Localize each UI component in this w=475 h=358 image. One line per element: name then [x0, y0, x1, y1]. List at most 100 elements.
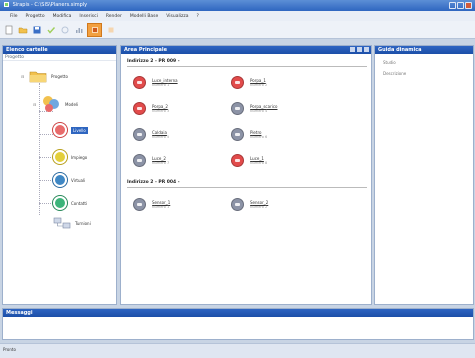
title-bar: Sirapis - C:\SIS\Planers.simply [0, 0, 475, 11]
new-file-icon [5, 25, 12, 34]
status-text: Pronto [3, 347, 16, 352]
group-divider [127, 66, 367, 67]
menu-progetto[interactable]: Progetto [26, 14, 45, 19]
open-button[interactable] [17, 24, 28, 35]
window-title: Sirapis - C:\SIS\Planers.simply [12, 2, 88, 8]
open-folder-icon [18, 27, 27, 33]
maximize-button[interactable] [457, 2, 464, 9]
device-item[interactable]: Luce_2 Numero 7 [133, 154, 169, 167]
menu-modifica[interactable]: Modifica [53, 14, 72, 19]
main-area-header: Area Principale [121, 46, 371, 54]
check-button[interactable] [45, 24, 56, 35]
refresh-button[interactable] [59, 24, 70, 35]
device-item[interactable]: Porpa_2 Numero 3 [133, 102, 169, 115]
close-button[interactable] [465, 2, 472, 9]
device-item[interactable]: Porpa_1 Numero 2 [231, 76, 267, 89]
device-icon [231, 128, 244, 141]
active-tool-icon [91, 26, 98, 33]
stop-button[interactable] [105, 24, 116, 35]
window-controls [449, 2, 472, 9]
folder-tree: ⊟ Progetto ⊟ Modeli Livello Impiego Virt… [3, 61, 116, 305]
menu-modelli-base[interactable]: Modelli Base [130, 14, 158, 19]
stop-icon [108, 27, 113, 32]
tree-node-virtuali[interactable]: Virtuali [53, 173, 85, 187]
view-mode-controls [350, 47, 369, 52]
view-icons-button[interactable] [350, 47, 355, 52]
messages-title: Messaggi [6, 310, 33, 316]
refresh-icon [61, 26, 68, 33]
chart-button[interactable] [73, 24, 84, 35]
tree-node-modeli[interactable]: ⊟ Modeli [33, 95, 78, 113]
active-tool-button[interactable] [87, 22, 102, 37]
device-item[interactable]: Pietro Numero 6 [231, 128, 267, 141]
app-icon [4, 2, 9, 7]
view-details-button[interactable] [364, 47, 369, 52]
tree-node-project[interactable]: ⊟ Progetto [21, 69, 68, 83]
collapse-icon[interactable]: ⊟ [21, 74, 25, 79]
folder-list-panel: Elenco cartelle Progetto ⊟ Progetto ⊟ Mo… [2, 45, 117, 305]
device-icon [133, 76, 146, 89]
device-number: Numero 3 [152, 108, 170, 113]
view-list-button[interactable] [357, 47, 362, 52]
project-subheader: Progetto [3, 54, 116, 61]
collapse-icon[interactable]: ⊟ [33, 102, 37, 107]
device-number: Numero 5 [152, 134, 170, 139]
device-number: Numero 1 [152, 204, 170, 209]
save-icon [33, 26, 40, 33]
menu-inserisci[interactable]: Inserisci [79, 14, 97, 19]
device-icon [133, 102, 146, 115]
device-item[interactable]: Sensor_1 Numero 1 [133, 198, 170, 211]
menu-file[interactable]: File [10, 14, 18, 19]
device-icon [231, 198, 244, 211]
device-item[interactable]: Luce_interna Numero 1 [133, 76, 178, 89]
messages-header: Messaggi [3, 309, 473, 317]
messages-body [3, 317, 473, 339]
device-icon [231, 76, 244, 89]
tree-node-label: Impiego [71, 154, 88, 160]
tree-node-label: Turnioni [75, 220, 91, 226]
tree-node-impiego[interactable]: Impiego [53, 150, 87, 164]
chart-icon [75, 27, 82, 33]
dynamic-guide-title: Guida dinamica [378, 47, 422, 53]
tree-connector [39, 134, 53, 135]
save-button[interactable] [31, 24, 42, 35]
main-area-panel: Area Principale Indirizzo 2 - PR 009 - L… [120, 45, 372, 305]
device-icon [133, 154, 146, 167]
device-item[interactable]: Luce_1 Numero 8 [231, 154, 267, 167]
tree-connector [39, 203, 53, 204]
messages-panel: Messaggi [2, 308, 474, 340]
check-icon [46, 26, 55, 34]
menu-visualizza[interactable]: Visualizza [166, 14, 188, 19]
guide-row-description: Descrizione [383, 71, 407, 76]
level-icon [53, 123, 67, 137]
tree-node-label: Livello [71, 126, 88, 134]
status-bar: Pronto [0, 343, 475, 358]
device-item[interactable]: Sensor_2 Numero 2 [231, 198, 268, 211]
toolbar [0, 21, 475, 39]
group-divider [127, 187, 367, 188]
minimize-button[interactable] [449, 2, 456, 9]
guide-row-studio: Studio [383, 60, 396, 65]
tree-node-turnioni[interactable]: Turnioni [53, 216, 91, 230]
tree-node-label: Virtuali [71, 177, 86, 183]
menu-help[interactable]: ? [196, 14, 198, 19]
tree-connector [39, 157, 53, 158]
tree-node-label: Modeli [65, 101, 79, 107]
menu-render[interactable]: Render [106, 14, 122, 19]
dynamic-guide-panel: Guida dinamica Studio Descrizione [374, 45, 474, 305]
device-icon [231, 102, 244, 115]
tree-node-contatti[interactable]: Contatti [53, 196, 87, 210]
group-title: Indirizzo 2 - PR 004 - [127, 180, 180, 185]
tree-node-livello[interactable]: Livello [53, 123, 88, 137]
device-number: Numero 2 [250, 204, 268, 209]
tree-node-label: Contatti [71, 200, 88, 206]
new-file-button[interactable] [3, 24, 14, 35]
device-item[interactable]: Porpa_scarico Numero 4 [231, 102, 278, 115]
dynamic-guide-header: Guida dinamica [375, 46, 473, 54]
device-icon [133, 128, 146, 141]
device-number: Numero 2 [250, 82, 268, 87]
tree-node-label: Progetto [51, 73, 68, 79]
virtual-icon [53, 173, 67, 187]
folder-icon [29, 71, 47, 83]
device-item[interactable]: Caldaia Numero 5 [133, 128, 169, 141]
